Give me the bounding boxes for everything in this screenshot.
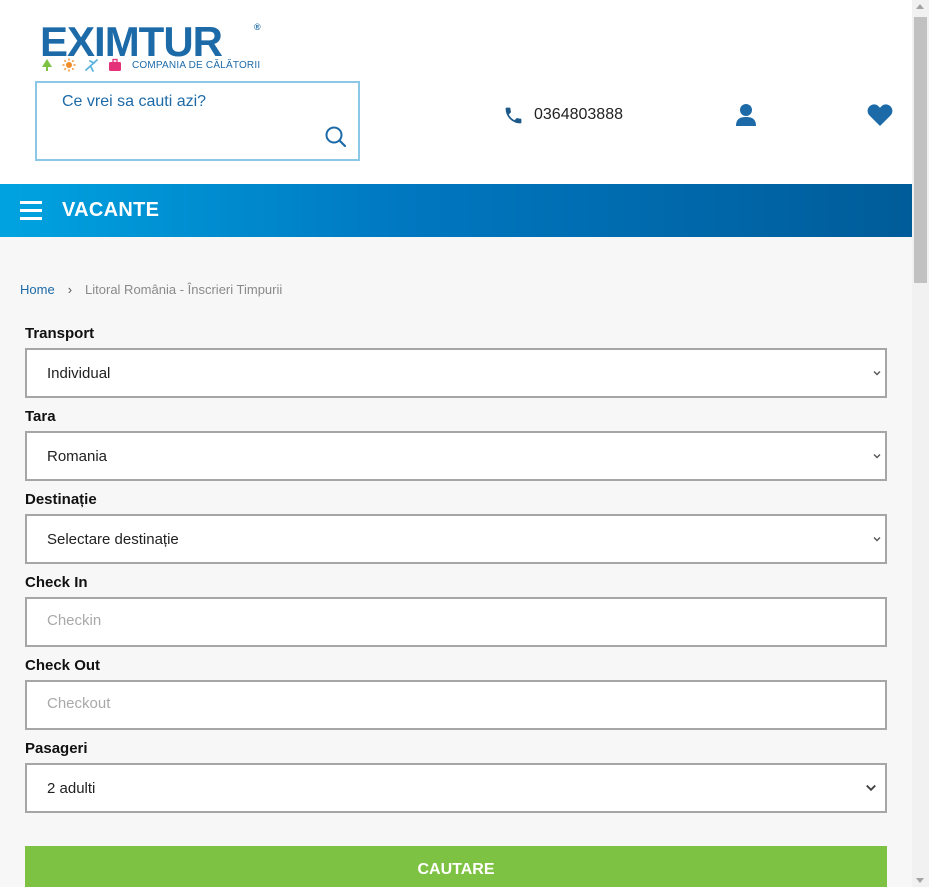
pasageri-select[interactable]: 2 adulti: [25, 763, 887, 813]
phone-number: 0364803888: [534, 106, 623, 123]
cautare-button[interactable]: CAUTARE: [25, 846, 887, 887]
breadcrumb-current: Litoral România - Înscrieri Timpurii: [85, 282, 283, 297]
checkout-field-box: [25, 680, 887, 730]
search-input[interactable]: [62, 93, 322, 111]
tree-icon: [42, 59, 52, 71]
scrollbar-thumb[interactable]: [914, 17, 927, 283]
checkin-label: Check In: [25, 574, 88, 591]
site-header: EXIMTUR ® COMPANIA DE CĂLĂTORII 03648038…: [0, 0, 912, 184]
destinatie-value: Selectare destinație: [47, 531, 179, 548]
tara-label: Tara: [25, 408, 56, 425]
logo-icons: [40, 58, 130, 72]
vertical-scrollbar[interactable]: [912, 0, 929, 887]
transport-label: Transport: [25, 325, 95, 342]
chevron-down-icon: [866, 784, 876, 792]
plane-icon: [85, 59, 98, 72]
pasageri-value: 2 adulti: [47, 780, 96, 797]
eximtur-logo[interactable]: EXIMTUR ® COMPANIA DE CĂLĂTORII: [40, 20, 270, 76]
sun-icon: [62, 58, 76, 72]
destinatie-label: Destinație: [25, 491, 97, 508]
checkin-field-box: [25, 597, 887, 647]
destinatie-select[interactable]: Selectare destinație: [25, 514, 887, 564]
main-navbar: VACANTE: [0, 184, 912, 237]
phone-contact[interactable]: 0364803888: [503, 104, 623, 126]
scroll-down-arrow-icon[interactable]: [916, 878, 924, 883]
heart-icon[interactable]: [867, 103, 893, 127]
chevron-down-icon: [873, 371, 881, 376]
logo-registered-mark: ®: [254, 22, 261, 32]
pasageri-label: Pasageri: [25, 740, 88, 757]
suitcase-icon: [109, 58, 121, 71]
transport-value: Individual: [47, 365, 111, 382]
tara-select[interactable]: Romania: [25, 431, 887, 481]
user-icon[interactable]: [735, 103, 757, 127]
breadcrumb: Home › Litoral România - Înscrieri Timpu…: [20, 282, 282, 297]
breadcrumb-home-link[interactable]: Home: [20, 282, 55, 297]
nav-title[interactable]: VACANTE: [62, 199, 159, 222]
phone-icon: [505, 107, 522, 123]
checkout-label: Check Out: [25, 657, 101, 674]
logo-tagline: COMPANIA DE CĂLĂTORII: [132, 60, 261, 71]
search-icon[interactable]: [324, 125, 348, 149]
search-form: Transport Individual Tara Romania Destin…: [25, 325, 887, 823]
page: EXIMTUR ® COMPANIA DE CĂLĂTORII 03648038…: [0, 0, 912, 887]
chevron-down-icon: [873, 454, 881, 459]
transport-select[interactable]: Individual: [25, 348, 887, 398]
scroll-up-arrow-icon[interactable]: [916, 4, 924, 9]
checkin-input[interactable]: [47, 612, 847, 629]
tara-value: Romania: [47, 448, 108, 465]
hamburger-menu-icon[interactable]: [20, 201, 42, 221]
checkout-input[interactable]: [47, 695, 847, 712]
breadcrumb-separator: ›: [67, 282, 73, 297]
search-box: [35, 81, 360, 161]
chevron-down-icon: [873, 537, 881, 542]
